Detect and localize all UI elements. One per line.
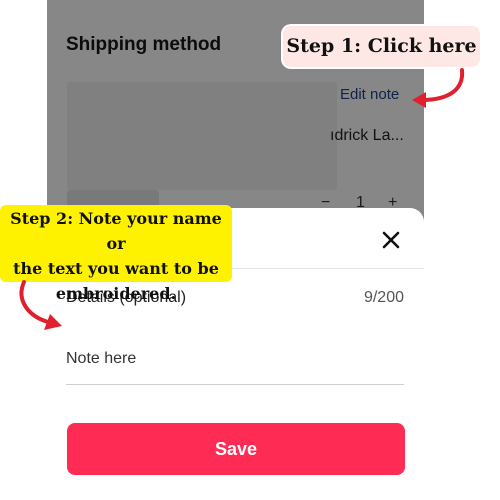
step2-line-1: Step 2: Note your name or [10, 209, 222, 253]
close-icon[interactable] [379, 228, 403, 252]
curved-arrow-icon [412, 68, 465, 108]
step1-callout: Step 1: Click here [283, 26, 480, 67]
note-input[interactable] [66, 334, 404, 385]
character-counter: 9/200 [363, 289, 404, 306]
step2-callout: Step 2: Note your name or the text you w… [0, 205, 232, 303]
save-button[interactable]: Save [67, 423, 405, 475]
curved-arrow-icon [19, 280, 62, 330]
